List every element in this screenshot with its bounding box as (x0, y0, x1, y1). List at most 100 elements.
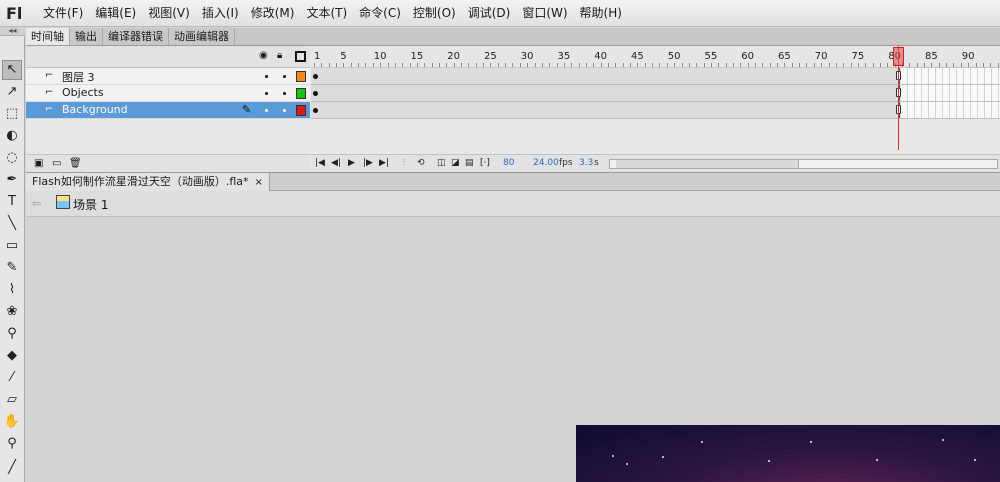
ruler-tick (784, 63, 786, 67)
brush-tool-icon[interactable]: ⌇ (2, 280, 22, 300)
text-tool-icon[interactable]: T (2, 192, 22, 212)
edit-multiple-frames-icon[interactable]: ▤ (465, 158, 474, 169)
outline-color-swatch[interactable] (296, 105, 306, 116)
end-frame[interactable] (896, 71, 901, 80)
ruler-tick (879, 63, 881, 67)
menu-debug[interactable]: 调试(D) (462, 6, 517, 21)
stage-area[interactable] (26, 217, 1000, 482)
menu-file[interactable]: 文件(F) (37, 6, 89, 21)
lock-dot[interactable] (283, 75, 286, 78)
menu-edit[interactable]: 编辑(E) (89, 6, 142, 21)
line-tool-icon[interactable]: ╲ (2, 214, 22, 234)
toolbar-collapse-icon[interactable]: ◂◂ (0, 27, 25, 36)
menu-window[interactable]: 窗口(W) (516, 6, 573, 21)
timeline-scrollbar[interactable] (609, 159, 998, 169)
close-icon[interactable]: × (255, 177, 263, 188)
go-to-last-frame-icon[interactable]: ▶| (379, 158, 389, 169)
frame-row[interactable] (311, 102, 1000, 119)
ruler-tick (468, 63, 470, 67)
tab-motion-editor[interactable]: 动画编辑器 (169, 28, 235, 45)
onion-skin-icon[interactable]: ◫ (437, 158, 446, 169)
ruler-tick (681, 63, 683, 67)
menu-view[interactable]: 视图(V) (142, 6, 196, 21)
scene-name[interactable]: 场景 1 (73, 196, 108, 213)
ruler-tick (769, 63, 771, 67)
end-frame[interactable] (896, 88, 901, 97)
eraser-tool-icon[interactable]: ▱ (2, 390, 22, 410)
delete-layer-icon[interactable]: 🗑︎ (69, 158, 82, 169)
play-icon[interactable]: ▶ (348, 158, 355, 169)
ruler-tick (659, 63, 661, 67)
rectangle-tool-icon[interactable]: ▭ (2, 236, 22, 256)
modify-markers-icon[interactable]: [·] (480, 158, 490, 169)
tab-compiler-errors[interactable]: 编译器错误 (103, 28, 169, 45)
lock-dot[interactable] (283, 92, 286, 95)
ruler-tick (519, 63, 521, 67)
center-frame-icon[interactable]: ⫶ (403, 158, 405, 169)
menu-text[interactable]: 文本(T) (300, 6, 353, 21)
ruler-tick (380, 63, 382, 67)
selection-tool-icon[interactable]: ↖ (2, 60, 22, 80)
visibility-dot[interactable] (265, 92, 268, 95)
pencil-tool-icon[interactable]: ✎ (2, 258, 22, 278)
free-transform-tool-icon[interactable]: ⬚ (2, 104, 22, 124)
ruler-tick (909, 63, 911, 67)
menu-help[interactable]: 帮助(H) (574, 6, 628, 21)
lasso-tool-icon[interactable]: ◌ (2, 148, 22, 168)
menu-control[interactable]: 控制(O) (407, 6, 462, 21)
eye-icon[interactable]: ◉ (259, 51, 268, 61)
keyframe[interactable] (313, 108, 318, 113)
frame-grid[interactable] (311, 68, 1000, 122)
tab-output[interactable]: 输出 (70, 28, 103, 45)
outline-color-swatch[interactable] (296, 88, 306, 99)
layer-row-background[interactable]: ⌐ Background ✎ (26, 102, 310, 119)
visibility-dot[interactable] (265, 109, 268, 112)
tab-timeline[interactable]: 时间轴 (26, 28, 70, 45)
ruler-tick (975, 63, 977, 67)
step-forward-icon[interactable]: |▶ (363, 158, 373, 169)
keyframe[interactable] (313, 74, 318, 79)
menu-commands[interactable]: 命令(C) (353, 6, 407, 21)
stroke-color-icon[interactable]: ╱ (2, 458, 22, 478)
document-tab[interactable]: Flash如何制作流星滑过天空（动画版）.fla* × (26, 173, 270, 191)
hand-tool-icon[interactable]: ✋ (2, 412, 22, 432)
loop-icon[interactable]: ⟲ (417, 158, 425, 169)
outline-color-swatch[interactable] (296, 71, 306, 82)
zoom-tool-icon[interactable]: ⚲ (2, 434, 22, 454)
keyframe[interactable] (313, 91, 318, 96)
ruler-tick (328, 63, 330, 67)
go-to-first-frame-icon[interactable]: |◀ (315, 158, 325, 169)
3d-rotation-tool-icon[interactable]: ◐ (2, 126, 22, 146)
bone-tool-icon[interactable]: ⚲ (2, 324, 22, 344)
onion-skin-outlines-icon[interactable]: ◪ (451, 158, 460, 169)
paint-bucket-tool-icon[interactable]: ◆ (2, 346, 22, 366)
deco-tool-icon[interactable]: ❀ (2, 302, 22, 322)
current-frame-value[interactable]: 80 (503, 158, 514, 168)
layer-row-objects[interactable]: ⌐ Objects (26, 85, 310, 102)
menu-modify[interactable]: 修改(M) (245, 6, 301, 21)
lock-dot[interactable] (283, 109, 286, 112)
frame-row[interactable] (311, 85, 1000, 102)
lock-icon[interactable]: 🔒︎ (277, 51, 282, 61)
step-back-icon[interactable]: ◀| (331, 158, 341, 169)
eyedropper-tool-icon[interactable]: ⁄ (2, 368, 22, 388)
pen-tool-icon[interactable]: ✒ (2, 170, 22, 190)
new-folder-icon[interactable]: ▭ (52, 158, 61, 169)
outline-icon[interactable] (295, 51, 306, 62)
stage-canvas[interactable] (576, 425, 1000, 482)
layer-row-3[interactable]: ⌐ 图层 3 (26, 68, 310, 85)
new-layer-icon[interactable]: ▣ (34, 158, 43, 169)
timeline-panel: ◉ 🔒︎ 1 5 10 15 20 25 30 35 40 45 50 55 60 65 70 75 80 85 9… (26, 46, 1000, 173)
scrollbar-thumb[interactable] (616, 160, 799, 168)
back-arrow-icon[interactable]: ⇦ (32, 197, 41, 210)
end-frame[interactable] (896, 105, 901, 114)
frame-rate-value[interactable]: 24.00 (533, 158, 559, 168)
elapsed-time-value[interactable]: 3.3 (579, 158, 593, 168)
ruler-tick (431, 63, 433, 67)
frame-row[interactable] (311, 68, 1000, 85)
subselection-tool-icon[interactable]: ↗ (2, 82, 22, 102)
ruler-tick (902, 63, 903, 67)
frame-ruler[interactable]: 1 5 10 15 20 25 30 35 40 45 50 55 60 65 70 75 80 85 90 (311, 46, 1000, 68)
menu-insert[interactable]: 插入(I) (196, 6, 245, 21)
visibility-dot[interactable] (265, 75, 268, 78)
